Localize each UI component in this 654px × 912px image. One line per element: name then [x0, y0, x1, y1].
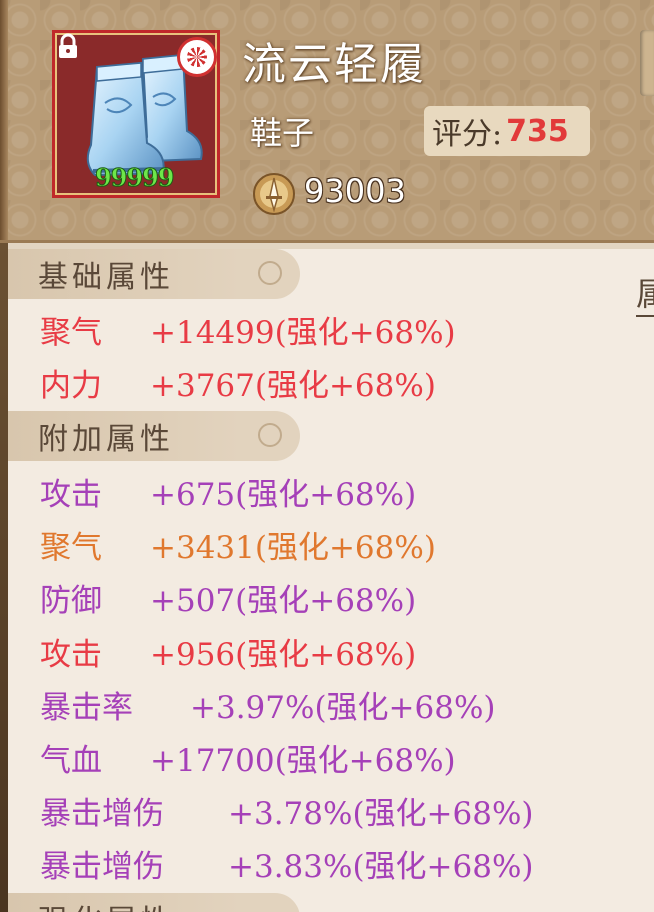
header-left-border: [0, 0, 8, 240]
stat-name: 内力: [40, 368, 102, 404]
item-name: 流云轻履: [242, 39, 426, 90]
attributes-panel[interactable]: 属 基础属性 聚气 +14499(强化+68%) 内力 +3767(强化+68%) …: [8, 243, 654, 912]
section-title: 基础属性: [38, 260, 174, 295]
stat-value: +675(强化+68%): [150, 477, 417, 513]
stat-name: 暴击增伤: [40, 796, 164, 832]
stat-value: +3.83%(强化+68%): [228, 849, 534, 885]
section-title: 强化属性: [38, 896, 174, 912]
stat-name: 暴击增伤: [40, 849, 164, 885]
item-icon-frame[interactable]: 99999: [52, 30, 220, 198]
panel-left-border: [0, 243, 8, 912]
stat-row: 防御 +507(强化+68%): [40, 581, 416, 621]
stat-row: 暴击增伤 +3.78%(强化+68%): [40, 794, 534, 834]
sword-power-icon: [253, 173, 295, 215]
section-basic-header: 基础属性: [8, 249, 300, 299]
stat-value: +3431(强化+68%): [150, 530, 436, 566]
stat-row: 聚气 +14499(强化+68%): [40, 313, 456, 353]
stat-value: +507(强化+68%): [150, 583, 417, 619]
stat-name: 气血: [40, 743, 102, 779]
item-header: 99999 流云轻履 鞋子 评分: 735 93003: [0, 0, 654, 243]
stat-value: +956(强化+68%): [150, 637, 417, 673]
stat-value: +3.97%(强化+68%): [190, 690, 496, 726]
combat-power-value: 93003: [304, 172, 406, 210]
section-title: 附加属性: [38, 422, 174, 457]
stat-row: 聚气 +3431(强化+68%): [40, 528, 436, 568]
stat-row: 攻击 +675(强化+68%): [40, 475, 416, 515]
swirl-ornament-icon: [258, 261, 282, 285]
stat-value: +3767(强化+68%): [150, 368, 436, 404]
stat-name: 暴击率: [40, 690, 133, 726]
stat-row: 暴击增伤 +3.83%(强化+68%): [40, 847, 534, 887]
item-type: 鞋子: [250, 114, 315, 152]
stat-row: 内力 +3767(强化+68%): [40, 366, 436, 406]
stat-name: 防御: [40, 583, 102, 619]
score-label: 评分:: [432, 117, 503, 152]
section-extra-header: 附加属性: [8, 411, 300, 461]
header-right-tab[interactable]: [640, 30, 654, 96]
stat-value: +3.78%(强化+68%): [228, 796, 534, 832]
lock-icon: [59, 33, 77, 58]
stat-value: +17700(强化+68%): [150, 743, 456, 779]
stat-name: 攻击: [40, 637, 102, 673]
section-enhance-header: 强化属性: [8, 893, 300, 912]
stat-name: 攻击: [40, 477, 102, 513]
score-badge: 评分: 735: [424, 106, 590, 156]
tab-label: 属: [636, 275, 654, 313]
stat-name: 聚气: [40, 530, 102, 566]
item-level: 99999: [95, 163, 175, 193]
stat-value: +14499(强化+68%): [150, 315, 456, 351]
swirl-ornament-icon: [258, 423, 282, 447]
tab-attributes[interactable]: 属: [636, 269, 654, 317]
stat-row: 气血 +17700(强化+68%): [40, 741, 456, 781]
quality-seal-icon: [177, 37, 217, 77]
stat-row: 暴击率 +3.97%(强化+68%): [40, 688, 496, 728]
stat-name: 聚气: [40, 315, 102, 351]
stat-row: 攻击 +956(强化+68%): [40, 635, 416, 675]
score-value: 735: [506, 113, 569, 149]
